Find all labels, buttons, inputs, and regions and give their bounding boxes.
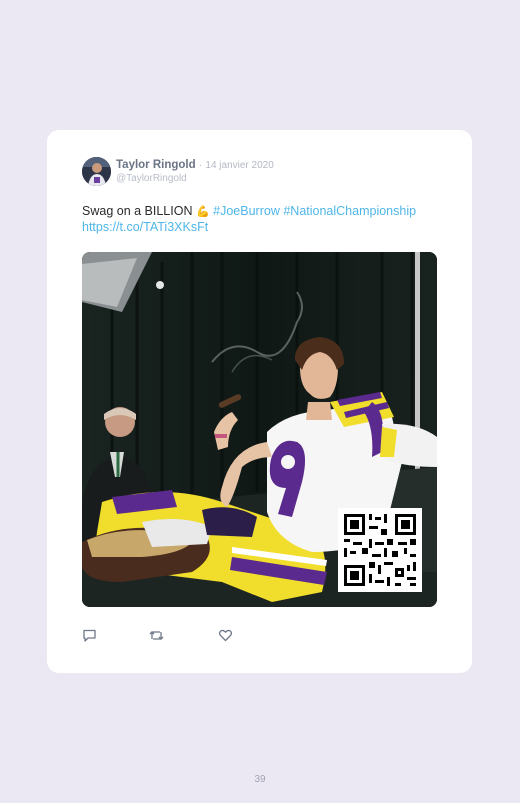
tweet-date[interactable]: 14 janvier 2020 <box>205 160 273 171</box>
tweet-card: Taylor Ringold · 14 janvier 2020 @Taylor… <box>47 130 472 673</box>
reply-icon[interactable] <box>82 628 97 643</box>
separator: · <box>198 160 203 171</box>
tweet-photo[interactable] <box>82 252 437 607</box>
hashtag-joeburrow[interactable]: #JoeBurrow <box>213 204 280 218</box>
retweet-icon[interactable] <box>149 628 164 643</box>
page-number: 39 <box>254 774 266 785</box>
user-handle[interactable]: @TaylorRingold <box>116 173 187 184</box>
photo-image <box>82 252 437 607</box>
flexed-biceps-emoji-icon: 💪 <box>195 206 210 218</box>
author-line: Taylor Ringold · 14 janvier 2020 <box>116 159 274 171</box>
hashtag-nationalchampionship[interactable]: #NationalChampionship <box>283 204 416 218</box>
avatar-image <box>82 157 111 186</box>
tweet-link[interactable]: https://t.co/TATi3XKsFt <box>82 220 208 234</box>
tweet-actions <box>82 628 282 644</box>
tweet-body: Swag on a BILLION <box>82 204 193 218</box>
heart-icon[interactable] <box>218 628 233 643</box>
display-name[interactable]: Taylor Ringold <box>116 159 196 171</box>
tweet-text: Swag on a BILLION 💪 #JoeBurrow #National… <box>82 204 452 235</box>
avatar[interactable] <box>82 157 111 186</box>
